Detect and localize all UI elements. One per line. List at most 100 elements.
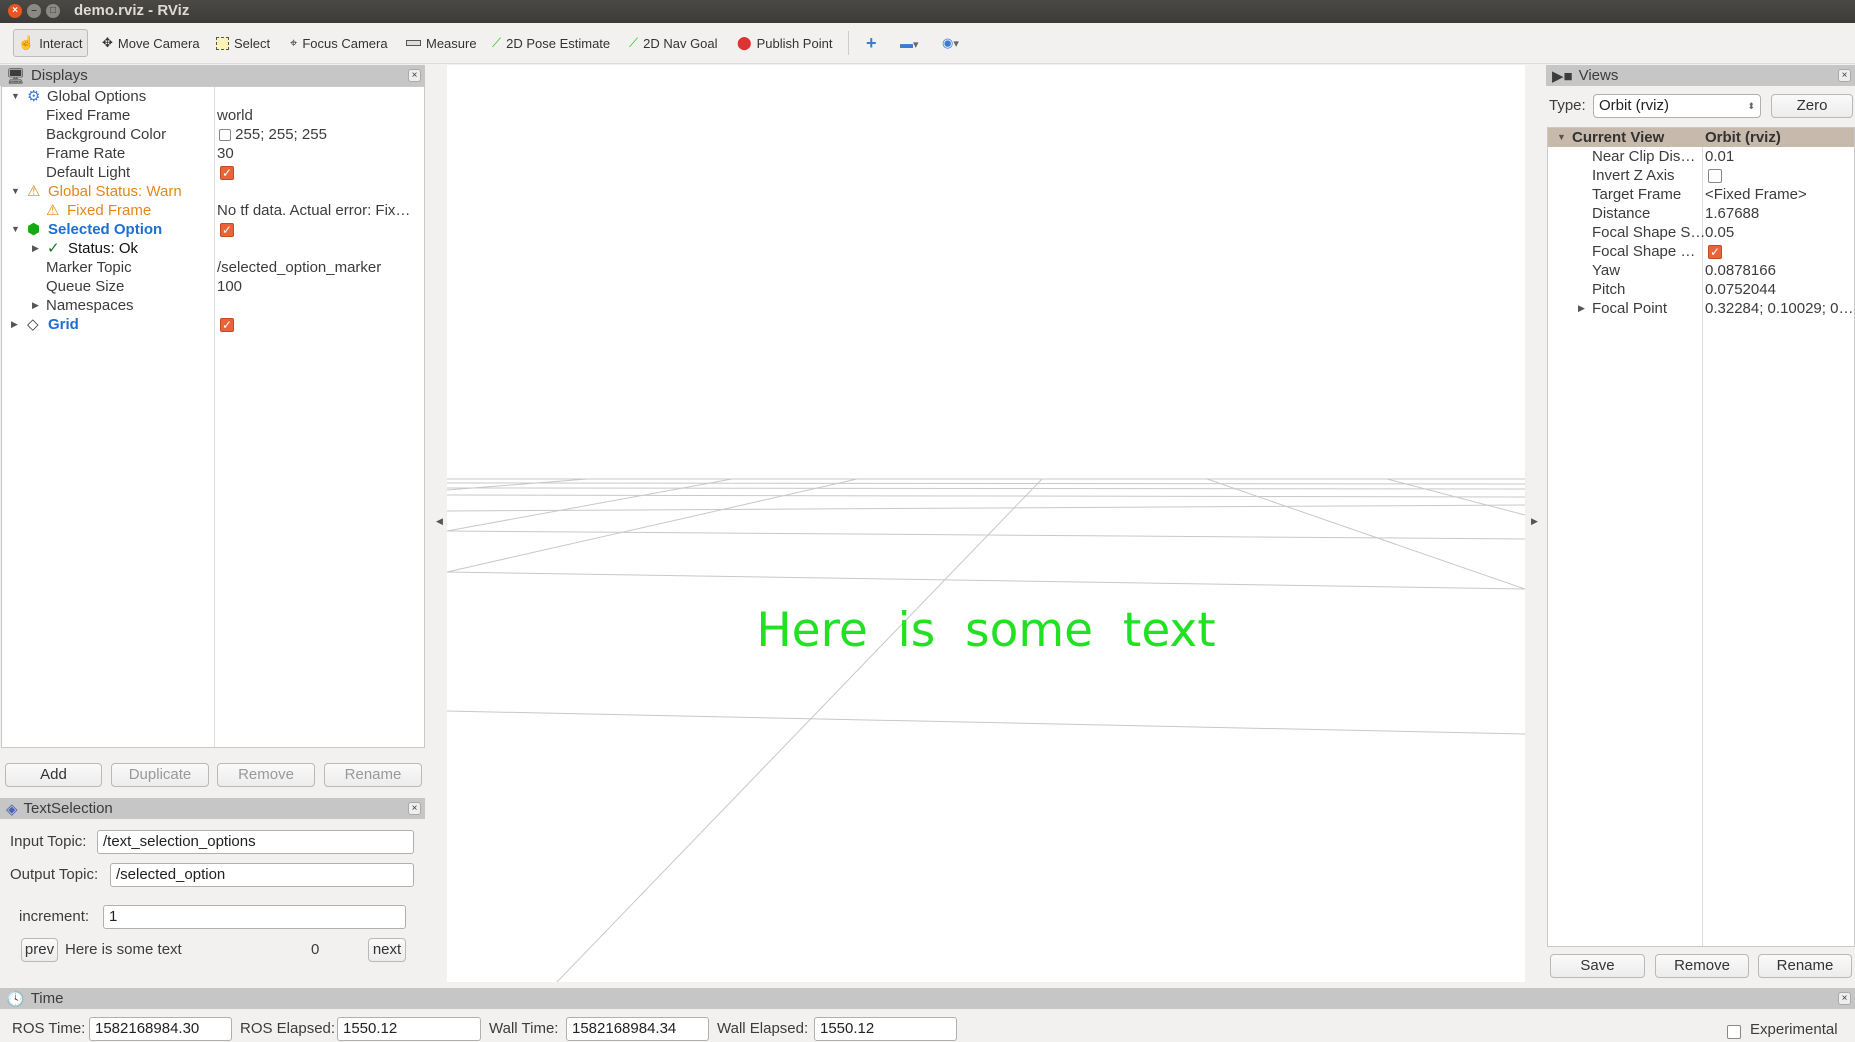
view-menu-button[interactable]: ◉▾ (938, 29, 963, 57)
grid-line (447, 494, 1525, 498)
tool-move-camera[interactable]: ✥ Move Camera (98, 29, 204, 57)
tool-2d-nav-goal[interactable]: ⟋ 2D Nav Goal (625, 29, 722, 57)
add-button[interactable]: Add (5, 763, 102, 787)
close-icon[interactable]: × (408, 69, 421, 82)
tree-row[interactable]: Near Clip Dis… 0.01 (1548, 147, 1854, 166)
diamond-icon: ◈ (6, 800, 18, 818)
checkbox-selected-option[interactable]: ✓ (220, 223, 234, 238)
close-icon[interactable]: × (1838, 69, 1851, 82)
expand-arrow-icon[interactable]: ▶ (32, 239, 39, 258)
add-tool-button[interactable]: + (862, 29, 881, 57)
expand-arrow-icon[interactable]: ▶ (32, 296, 39, 315)
checkbox-default-light[interactable]: ✓ (220, 166, 234, 181)
close-icon[interactable]: × (1838, 992, 1851, 1005)
row-value[interactable]: 0.01 (1705, 147, 1734, 166)
row-key: Selected Option (48, 221, 163, 238)
row-value[interactable]: 255; 255; 255 (235, 126, 327, 143)
tool-select[interactable]: Select (212, 29, 274, 57)
input-topic-field[interactable]: /text_selection_options (97, 830, 414, 854)
tree-row[interactable]: Frame Rate 30 (2, 144, 424, 163)
tree-row-global-status[interactable]: ▼ ⚠ Global Status: Warn (2, 182, 424, 201)
tree-row[interactable]: Default Light ✓ (2, 163, 424, 182)
ros-elapsed-field: 1550.12 (337, 1017, 481, 1041)
output-topic-field[interactable]: /selected_option (110, 863, 414, 887)
expand-arrow-icon[interactable]: ▶ (11, 315, 18, 334)
checkbox-focal-shape[interactable]: ✓ (1708, 245, 1722, 260)
row-value[interactable]: 30 (217, 144, 234, 163)
displays-panel-header: 🖥 Displays × (0, 65, 425, 86)
collapse-left-icon[interactable]: ◀ (436, 516, 443, 527)
tree-row[interactable]: ▶ Focal Point 0.32284; 0.10029; 0… (1548, 299, 1854, 318)
tree-row[interactable]: ▶ Namespaces (2, 296, 424, 315)
tree-row[interactable]: Target Frame <Fixed Frame> (1548, 185, 1854, 204)
expand-arrow-icon[interactable]: ▼ (11, 182, 20, 201)
rename-display-button[interactable]: Rename (324, 763, 422, 787)
experimental-checkbox[interactable] (1727, 1025, 1741, 1040)
tree-row[interactable]: Distance 1.67688 (1548, 204, 1854, 223)
prev-button[interactable]: prev (21, 938, 58, 962)
zero-button[interactable]: Zero (1771, 94, 1853, 118)
output-topic-label: Output Topic: (10, 866, 99, 883)
remove-view-button[interactable]: Remove (1655, 954, 1749, 978)
tool-publish-point[interactable]: ⬤ Publish Point (733, 29, 836, 57)
type-label: Type: (1549, 97, 1586, 114)
remove-tool-button[interactable]: ▬▾ (896, 29, 922, 57)
3d-viewport[interactable]: Here is some text (447, 65, 1525, 982)
tool-focus-camera[interactable]: ⌖ Focus Camera (286, 29, 392, 57)
row-value[interactable]: <Fixed Frame> (1705, 185, 1807, 204)
tree-row[interactable]: Invert Z Axis (1548, 166, 1854, 185)
row-value[interactable]: 0.0878166 (1705, 261, 1776, 280)
row-key: Target Frame (1592, 186, 1682, 203)
rename-view-button[interactable]: Rename (1758, 954, 1852, 978)
row-value[interactable]: 0.05 (1705, 223, 1734, 242)
checkbox-invert-z[interactable] (1708, 169, 1722, 184)
tool-interact[interactable]: ☝ Interact (13, 29, 88, 57)
tree-row[interactable]: Focal Shape S… 0.05 (1548, 223, 1854, 242)
row-key: Queue Size (46, 278, 125, 295)
tree-row[interactable]: ▶ ✓ Status: Ok (2, 239, 424, 258)
maximize-button[interactable]: □ (46, 4, 60, 18)
save-view-button[interactable]: Save (1550, 954, 1645, 978)
expand-arrow-icon[interactable]: ▶ (1578, 299, 1585, 318)
tree-row[interactable]: ⚠ Fixed Frame No tf data. Actual error: Fi… (2, 201, 424, 220)
checkbox-grid[interactable]: ✓ (220, 318, 234, 333)
tree-row-global-options[interactable]: ▼ ⚙ Global Options (2, 87, 424, 106)
close-window-button[interactable]: × (8, 4, 22, 18)
row-value[interactable]: 100 (217, 277, 242, 296)
row-value[interactable]: 0.32284; 0.10029; 0… (1705, 299, 1853, 318)
duplicate-button[interactable]: Duplicate (111, 763, 209, 787)
wall-time-label: Wall Time: (489, 1020, 559, 1037)
view-type-select[interactable]: Orbit (rviz) ⬍ (1593, 94, 1761, 118)
index-label: 0 (311, 941, 320, 958)
tree-row-selected-option[interactable]: ▼ ⬢ Selected Option ✓ (2, 220, 424, 239)
expand-arrow-icon[interactable]: ▼ (1557, 128, 1566, 147)
row-value[interactable]: 0.0752044 (1705, 280, 1776, 299)
next-button[interactable]: next (368, 938, 406, 962)
tree-row[interactable]: Background Color 255; 255; 255 (2, 125, 424, 144)
current-view-row[interactable]: ▼ Current View Orbit (rviz) (1548, 128, 1854, 147)
color-swatch[interactable] (219, 129, 231, 142)
experimental-label[interactable]: Experimental (1750, 1018, 1838, 1042)
row-value[interactable]: world (217, 106, 253, 125)
minimize-button[interactable]: – (27, 4, 41, 18)
remove-display-button[interactable]: Remove (217, 763, 315, 787)
tree-row[interactable]: Marker Topic/selected_option_marker (2, 258, 424, 277)
tree-row[interactable]: Focal Shape … ✓ (1548, 242, 1854, 261)
tool-measure[interactable]: Measure (402, 29, 481, 57)
tree-row-grid[interactable]: ▶ ◇ Grid ✓ (2, 315, 424, 334)
collapse-right-icon[interactable]: ▶ (1531, 516, 1538, 527)
tool-label: Measure (426, 35, 477, 51)
tree-row[interactable]: Queue Size 100 (2, 277, 424, 296)
expand-arrow-icon[interactable]: ▼ (11, 87, 20, 106)
row-value[interactable]: 1.67688 (1705, 204, 1759, 223)
tree-row[interactable]: Yaw 0.0878166 (1548, 261, 1854, 280)
expand-arrow-icon[interactable]: ▼ (11, 220, 20, 239)
tree-row[interactable]: Fixed Frame world (2, 106, 424, 125)
tool-label: 2D Nav Goal (643, 35, 718, 51)
row-value[interactable]: /selected_option_marker (217, 258, 381, 277)
tree-row[interactable]: Pitch 0.0752044 (1548, 280, 1854, 299)
close-icon[interactable]: × (408, 802, 421, 815)
green-arrow-icon: ⟋ (492, 35, 502, 50)
increment-field[interactable]: 1 (103, 905, 406, 929)
tool-2d-pose-estimate[interactable]: ⟋ 2D Pose Estimate (488, 29, 614, 57)
